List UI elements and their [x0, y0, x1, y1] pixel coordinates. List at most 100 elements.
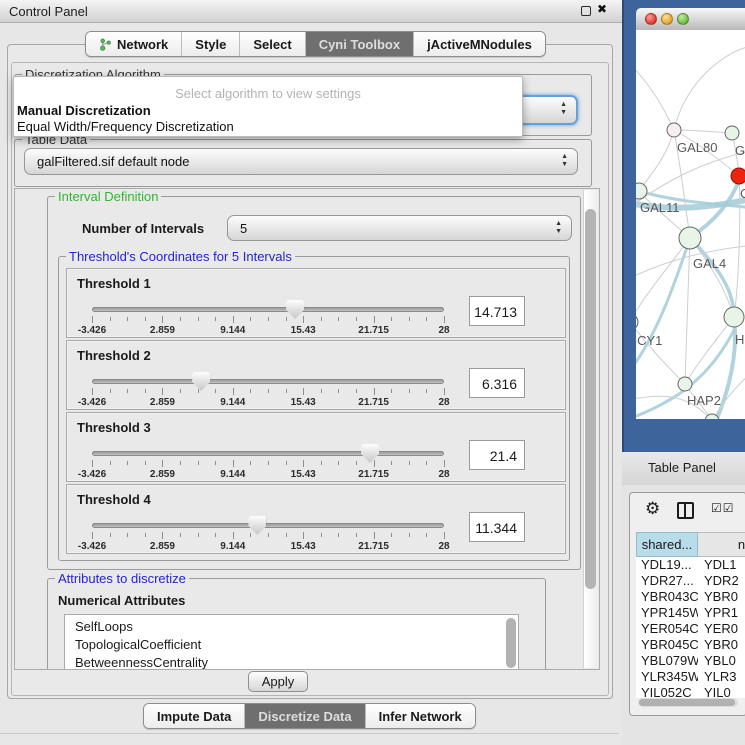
settings-scrollpane: Interval Definition Number of Intervals … [14, 188, 600, 670]
attribute-item-topologicalcoefficient[interactable]: TopologicalCoefficient [65, 636, 518, 654]
tick-mark [180, 389, 181, 393]
table-panel-header: Table Panel [622, 452, 745, 486]
tick-mark [321, 317, 322, 321]
tab-style[interactable]: Style [182, 32, 240, 56]
tick-label: -3.426 [78, 469, 106, 480]
table-row[interactable]: YLR345WYLR3 [636, 669, 745, 685]
network-node-hap2[interactable] [678, 377, 692, 391]
network-window-titlebar [636, 8, 745, 31]
tab-infer-network[interactable]: Infer Network [366, 704, 475, 728]
float-window-icon[interactable] [581, 6, 591, 16]
threshold-slider[interactable]: -3.4262.8599.14415.4321.71528 [92, 303, 444, 335]
tick-mark [374, 532, 375, 539]
slider-thumb[interactable] [286, 300, 304, 319]
gear-icon[interactable]: ⚙ [645, 499, 660, 519]
slider-track[interactable] [92, 307, 444, 312]
threshold-value-field[interactable]: 6.316 [469, 368, 525, 398]
apply-button[interactable]: Apply [248, 671, 308, 692]
minimize-traffic-light-icon[interactable] [661, 13, 673, 25]
tick-label: 2.859 [150, 541, 175, 552]
table-header-row: shared...n [636, 532, 745, 557]
tick-mark [110, 389, 111, 393]
table-row[interactable]: YPR145WYPR1 [636, 605, 745, 621]
network-node-gal4[interactable] [679, 227, 701, 249]
threshold-slider[interactable]: -3.4262.8599.14415.4321.71528 [92, 519, 444, 551]
table-hscrollbar[interactable] [638, 698, 738, 707]
tab-cyni-toolbox[interactable]: Cyni Toolbox [306, 32, 414, 56]
network-node-c[interactable] [731, 168, 745, 184]
close-icon[interactable]: ✖ [597, 2, 607, 16]
threshold-value-field[interactable]: 11.344 [469, 512, 525, 542]
threshold-slider[interactable]: -3.4262.8599.14415.4321.71528 [92, 447, 444, 479]
table-row[interactable]: YDR27...YDR2 [636, 573, 745, 589]
network-node-gal11[interactable] [636, 183, 647, 199]
tick-label: 2.859 [150, 469, 175, 480]
table-cell: YLR3 [698, 669, 745, 685]
zoom-traffic-light-icon[interactable] [677, 13, 689, 25]
table-row[interactable]: YDL19...YDL1 [636, 557, 745, 573]
table-rows: YDL19...YDL1YDR27...YDR2YBR043CYBR0YPR14… [636, 557, 745, 698]
tick-mark [426, 533, 427, 537]
table-cell: YBR043C [636, 589, 698, 605]
column-header-shared[interactable]: shared... [636, 532, 698, 557]
table-cell: YIL0 [698, 685, 745, 698]
table-row[interactable]: YER054CYER0 [636, 621, 745, 637]
tick-mark [233, 532, 234, 539]
table-row[interactable]: YBR043CYBR0 [636, 589, 745, 605]
network-node-gcy1[interactable] [636, 314, 638, 330]
network-canvas[interactable]: GAL80GACGAL11GAL4GCY1HHAP2 [636, 30, 745, 419]
tick-mark [356, 461, 357, 465]
tab-impute-data[interactable]: Impute Data [144, 704, 245, 728]
table-cell: YDR2 [698, 573, 745, 589]
tick-mark [110, 533, 111, 537]
slider-track[interactable] [92, 379, 444, 384]
settings-scrollbar-thumb[interactable] [585, 209, 596, 589]
tick-mark [92, 388, 93, 395]
network-node-gal80[interactable] [667, 123, 681, 137]
node-label: HAP2 [687, 393, 721, 408]
tick-mark [233, 316, 234, 323]
tick-mark [391, 533, 392, 537]
slider-thumb[interactable] [361, 444, 379, 463]
split-columns-icon[interactable] [677, 502, 694, 519]
network-node-ga[interactable] [725, 126, 739, 140]
table-row[interactable]: YBL079WYBL0 [636, 653, 745, 669]
control-panel-titlebar: Control Panel ✖ [0, 0, 622, 23]
threshold-slider[interactable]: -3.4262.8599.14415.4321.71528 [92, 375, 444, 407]
tab-label: jActiveMNodules [427, 37, 532, 52]
tab-select[interactable]: Select [240, 32, 305, 56]
algorithm-option-equal-width-frequency-discretization[interactable]: Equal Width/Frequency Discretization [16, 119, 520, 135]
attributes-scrollbar[interactable] [506, 618, 516, 668]
attribute-item-selfloops[interactable]: SelfLoops [65, 618, 518, 636]
settings-scrollbar-track[interactable] [583, 190, 598, 668]
table-data-combo[interactable]: galFiltered.sif default node ▲▼ [24, 148, 578, 175]
num-intervals-combo[interactable]: 5 ▲▼ [227, 215, 572, 241]
tick-label: 15.43 [291, 325, 316, 336]
table-cell: YBR0 [698, 589, 745, 605]
table-cell: YLR345W [636, 669, 698, 685]
table-row[interactable]: YIL052CYIL0 [636, 685, 745, 698]
slider-track[interactable] [92, 523, 444, 528]
node-label: GAL4 [693, 256, 726, 271]
network-node-h[interactable] [724, 307, 744, 327]
tick-mark [286, 461, 287, 465]
attribute-item-betweennesscentrality[interactable]: BetweennessCentrality [65, 654, 518, 670]
tick-mark [145, 533, 146, 537]
threshold-value-field[interactable]: 21.4 [469, 440, 525, 470]
tab-network[interactable]: Network [86, 32, 182, 56]
table-row[interactable]: YBR045CYBR0 [636, 637, 745, 653]
tick-mark [391, 461, 392, 465]
column-header-n[interactable]: n [698, 532, 745, 557]
algorithm-option-manual-discretization[interactable]: Manual Discretization [16, 103, 520, 119]
table-hscrollbar-thumb[interactable] [639, 699, 735, 706]
tab-jactivemnodules[interactable]: jActiveMNodules [414, 32, 545, 56]
tick-mark [268, 461, 269, 465]
column-checkboxes-icon[interactable]: ☑☑ [711, 501, 735, 515]
node-label: GAL80 [677, 140, 717, 155]
close-traffic-light-icon[interactable] [645, 13, 657, 25]
tab-discretize-data[interactable]: Discretize Data [245, 704, 365, 728]
tick-mark [127, 533, 128, 537]
slider-thumb[interactable] [192, 372, 210, 391]
threshold-value-field[interactable]: 14.713 [469, 296, 525, 326]
slider-track[interactable] [92, 451, 444, 456]
